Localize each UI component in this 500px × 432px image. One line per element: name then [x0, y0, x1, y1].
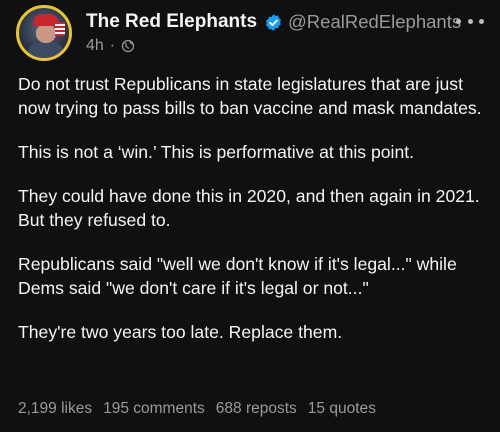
post-stats: 2,199 likes 195 comments 688 reposts 15 …	[18, 400, 387, 418]
author-handle[interactable]: @RealRedElephants	[288, 11, 461, 33]
post-body: Do not trust Republicans in state legisl…	[18, 72, 488, 364]
globe-icon	[121, 39, 135, 53]
avatar-flag	[55, 22, 65, 36]
post-paragraph: They could have done this in 2020, and t…	[18, 186, 480, 230]
more-dot	[479, 18, 484, 24]
post-paragraph: Do not trust Republicans in state legisl…	[18, 74, 482, 118]
post-paragraph: Republicans said "well we don't know if …	[18, 254, 457, 298]
more-dot	[467, 18, 473, 24]
post-meta: 4h ·	[86, 36, 135, 56]
post-paragraph: This is not a ‘win.’ This is performativ…	[18, 142, 415, 162]
avatar-face	[36, 25, 56, 43]
quotes-count[interactable]: 15 quotes	[308, 400, 376, 418]
avatar[interactable]	[16, 5, 72, 61]
reposts-count[interactable]: 688 reposts	[216, 400, 297, 418]
more-options-icon[interactable]	[456, 14, 484, 28]
post-card: The Red Elephants @RealRedElephants 4h ·…	[0, 0, 500, 432]
author-row: The Red Elephants @RealRedElephants	[86, 9, 461, 35]
author-display-name[interactable]: The Red Elephants	[86, 11, 257, 33]
post-paragraph: They're two years too late. Replace them…	[18, 322, 343, 342]
comments-count[interactable]: 195 comments	[103, 400, 205, 418]
meta-separator: ·	[109, 37, 116, 54]
avatar-shirt	[27, 42, 65, 58]
likes-count[interactable]: 2,199 likes	[18, 400, 92, 418]
post-time[interactable]: 4h	[86, 37, 104, 55]
more-dot	[456, 18, 461, 24]
verified-badge-icon	[266, 13, 281, 31]
